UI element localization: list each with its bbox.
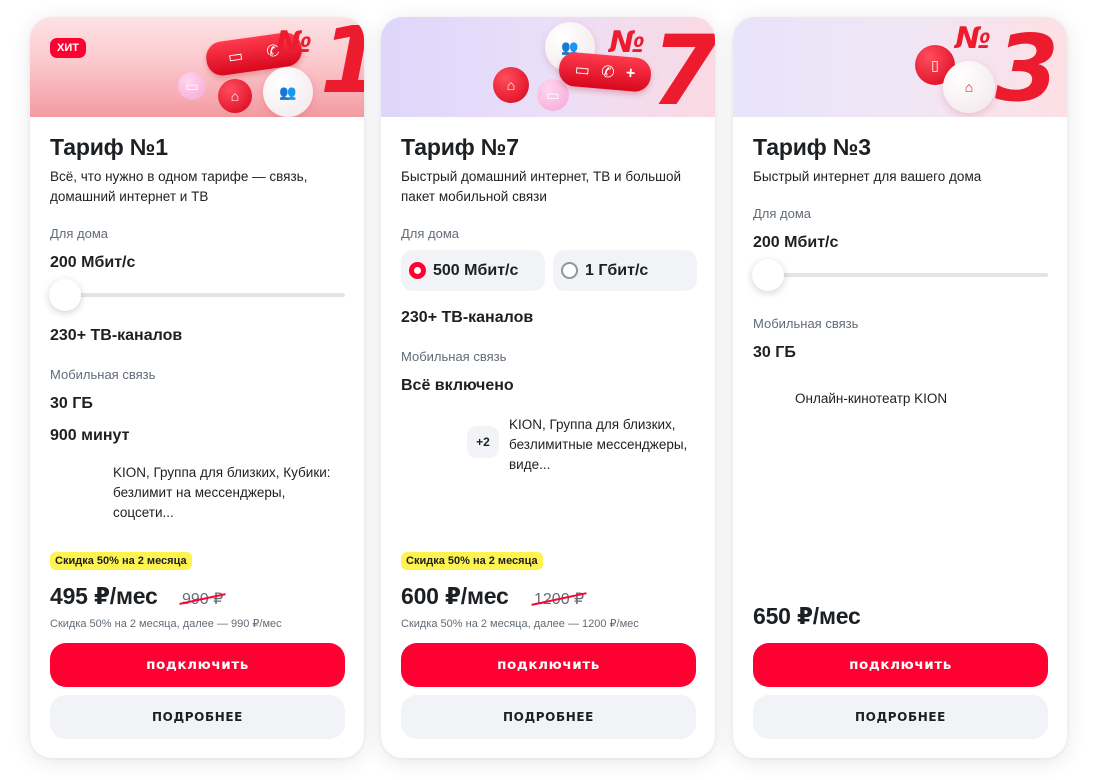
mobile-data: 30 ГБ bbox=[753, 344, 796, 361]
mobile-minutes: 900 минут bbox=[50, 427, 130, 444]
home-wifi-icon: ⌂ bbox=[218, 79, 252, 113]
home-label: Для дома bbox=[753, 206, 812, 221]
speed-slider[interactable] bbox=[50, 293, 345, 297]
discount-badge: Скидка 50% на 2 месяца bbox=[50, 552, 192, 570]
price: 495 ₽/мес bbox=[50, 583, 158, 609]
tariff-extras: Онлайн-кинотеатр KION bbox=[795, 391, 948, 406]
tariff-extras: KION, Группа для близких, безлимитные ме… bbox=[509, 417, 688, 472]
speed-value: 200 Мбит/с bbox=[50, 254, 136, 271]
speed-slider-thumb[interactable] bbox=[752, 259, 784, 291]
tariff-banner: ▯ ⌂ № 3 bbox=[733, 17, 1067, 117]
plus-icon: + bbox=[625, 64, 636, 83]
number-sign: № bbox=[276, 25, 313, 60]
speed-option-label: 500 Мбит/с bbox=[433, 261, 519, 279]
mobile-label: Мобильная связь bbox=[753, 316, 859, 331]
tariff-banner: ⌂ ▭ 👥 ▭ ✆ + № 7 bbox=[381, 17, 715, 117]
tariff-description: Быстрый домашний интернет, ТВ и большой … bbox=[401, 169, 682, 204]
number-sign: № bbox=[955, 21, 992, 56]
price: 650 ₽/мес bbox=[753, 603, 861, 629]
price-note: Скидка 50% на 2 месяца, далее — 990 ₽/ме… bbox=[50, 618, 282, 630]
home-label: Для дома bbox=[50, 226, 109, 241]
phone-icon: ✆ bbox=[600, 63, 616, 82]
mobile-value: Всё включено bbox=[401, 377, 514, 394]
tv-icon: ▭ bbox=[178, 72, 206, 100]
details-button[interactable]: ПОДРОБНЕЕ bbox=[50, 695, 345, 739]
radio-unselected-icon bbox=[561, 262, 578, 279]
group-icon: 👥 bbox=[263, 67, 313, 117]
mobile-label: Мобильная связь bbox=[401, 349, 507, 364]
chat-icon: ▭ bbox=[574, 61, 591, 80]
speed-option-500[interactable]: 500 Мбит/с bbox=[401, 250, 545, 291]
banner-number: 1 bbox=[320, 17, 364, 111]
banner-number: 7 bbox=[651, 17, 715, 117]
home-label: Для дома bbox=[401, 226, 460, 241]
hit-badge: ХИТ bbox=[50, 38, 86, 58]
discount-badge: Скидка 50% на 2 месяца bbox=[401, 552, 543, 570]
price-note: Скидка 50% на 2 месяца, далее — 1200 ₽/м… bbox=[401, 618, 639, 630]
tariff-card-3: ▯ ⌂ № 3 Тариф №3 Быстрый интернет для ва… bbox=[733, 17, 1067, 758]
home-wifi-icon: ⌂ bbox=[493, 67, 529, 103]
tariff-banner: ХИТ ▭ ⌂ ▭ ✆ 👥 № 1 bbox=[30, 17, 364, 117]
radio-selected-icon bbox=[409, 262, 426, 279]
old-price: 1200 ₽ bbox=[531, 589, 587, 609]
tariff-title: Тариф №1 bbox=[50, 134, 168, 160]
mobile-data: 30 ГБ bbox=[50, 395, 93, 412]
tv-icon: ▭ bbox=[537, 79, 569, 111]
price: 600 ₽/мес bbox=[401, 583, 509, 609]
tariff-title: Тариф №7 bbox=[401, 134, 519, 160]
mobile-label: Мобильная связь bbox=[50, 367, 156, 382]
banner-number: 3 bbox=[995, 17, 1060, 118]
extras-count-badge: +2 bbox=[467, 426, 499, 458]
tariff-description: Быстрый интернет для вашего дома bbox=[753, 169, 982, 184]
connect-button[interactable]: подключить bbox=[753, 643, 1048, 687]
connect-button[interactable]: подключить bbox=[401, 643, 696, 687]
tariff-title: Тариф №3 bbox=[753, 134, 871, 160]
chat-icon: ▭ bbox=[227, 47, 245, 67]
tv-channels: 230+ ТВ-каналов bbox=[50, 327, 183, 344]
number-sign: № bbox=[609, 25, 646, 60]
speed-slider-thumb[interactable] bbox=[49, 279, 81, 311]
tariff-card-7: ⌂ ▭ 👥 ▭ ✆ + № 7 Тариф №7 Быстрый домашни… bbox=[381, 17, 715, 758]
tv-channels: 230+ ТВ-каналов bbox=[401, 309, 534, 326]
speed-slider[interactable] bbox=[753, 273, 1048, 277]
tariff-card-1: ХИТ ▭ ⌂ ▭ ✆ 👥 № 1 Тариф №1 Всё, что нужн… bbox=[30, 17, 364, 758]
details-button[interactable]: ПОДРОБНЕЕ bbox=[401, 695, 696, 739]
details-button[interactable]: ПОДРОБНЕЕ bbox=[753, 695, 1048, 739]
tariff-extras: KION, Группа для близких, Кубики: безлим… bbox=[113, 465, 331, 520]
speed-option-1g[interactable]: 1 Гбит/с bbox=[553, 250, 697, 291]
tariff-description: Всё, что нужно в одном тарифе — связь, д… bbox=[50, 169, 308, 204]
speed-value: 200 Мбит/с bbox=[753, 234, 839, 251]
connect-button[interactable]: подключить bbox=[50, 643, 345, 687]
home-wifi-icon: ⌂ bbox=[943, 61, 995, 113]
speed-option-label: 1 Гбит/с bbox=[585, 261, 649, 279]
old-price: 990 ₽ bbox=[179, 589, 227, 609]
